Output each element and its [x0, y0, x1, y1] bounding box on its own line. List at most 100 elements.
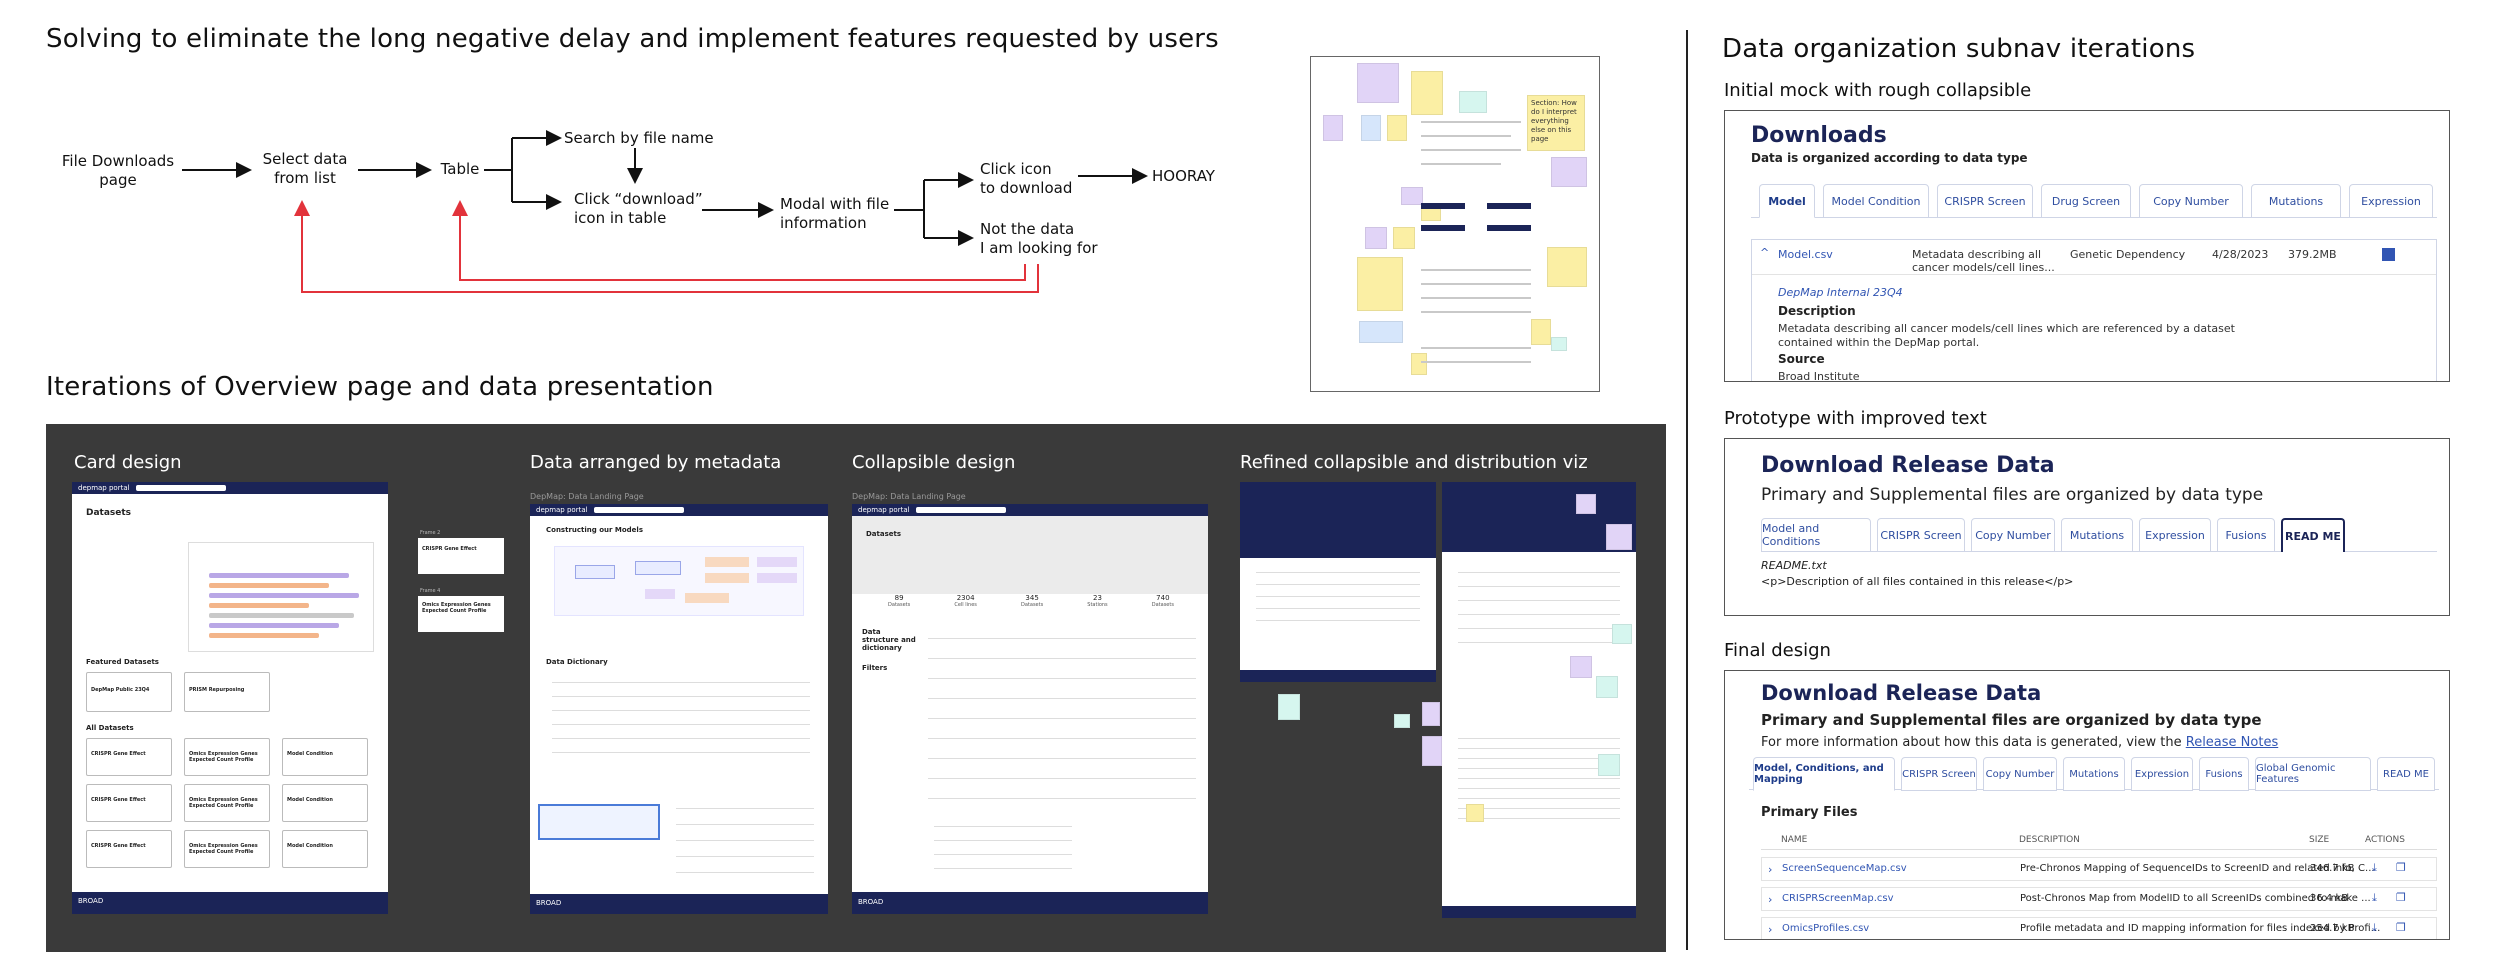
tab-model[interactable]: Model	[1759, 184, 1815, 218]
file-size: 254.7 kB	[2310, 923, 2355, 934]
mock-featured-heading: Featured Datasets	[86, 658, 159, 666]
sticky-note	[1547, 247, 1587, 287]
chevron-right-icon[interactable]: ›	[1768, 863, 1772, 876]
download-icon[interactable]: ⤓	[2372, 921, 2377, 935]
mock3-panel: Download Release Data Primary and Supple…	[1724, 670, 2450, 940]
mock-navbar: depmap portal	[852, 504, 1208, 516]
flow-node-table: Table	[440, 160, 480, 178]
download-icon[interactable]	[2382, 248, 2395, 261]
frame2-card: CRISPR Gene Effect	[418, 538, 504, 574]
source-text: Broad Institute	[1778, 370, 1860, 382]
sticky-note	[1357, 63, 1399, 103]
sticky-note	[1551, 337, 1567, 351]
mock2-title: Download Release Data	[1761, 453, 2055, 478]
tab-mutations[interactable]: Mutations	[2061, 518, 2133, 552]
iterations-panel: Card design Data arranged by metadata Co…	[46, 424, 1666, 952]
mock3-subtitle: Primary and Supplemental files are organ…	[1761, 711, 2262, 729]
sticky-note	[1459, 91, 1487, 113]
sticky-note	[1531, 319, 1551, 345]
copy-icon[interactable]: ❐	[2396, 861, 2406, 874]
flow-node-not-data: Not the data I am looking for	[980, 220, 1098, 257]
flow-node-search: Search by file name	[564, 129, 714, 147]
tab-expression[interactable]: Expression	[2139, 518, 2211, 552]
sticky-note	[1361, 115, 1381, 141]
tab-read-me[interactable]: READ ME	[2377, 757, 2435, 791]
table-row[interactable]: › OmicsProfiles.csv Profile metadata and…	[1761, 917, 2437, 939]
tab-mutations[interactable]: Mutations	[2063, 757, 2125, 791]
tab-model-conditions-mapping[interactable]: Model, Conditions, and Mapping	[1753, 757, 1895, 791]
mock-all-heading: All Datasets	[86, 724, 134, 732]
readme-file: README.txt	[1761, 559, 1827, 572]
file-name-link[interactable]: CRISPRScreenMap.csv	[1782, 893, 1894, 904]
tab-global-genomic-features[interactable]: Global Genomic Features	[2255, 757, 2371, 791]
chevron-right-icon[interactable]: ›	[1768, 923, 1772, 936]
tab-model-condition[interactable]: Model Condition	[1823, 184, 1929, 218]
chevron-up-icon[interactable]: ^	[1760, 246, 1769, 259]
meta-label: DepMap: Data Landing Page	[530, 492, 644, 501]
file-description: Metadata describing all cancer models/ce…	[1912, 248, 2055, 274]
sticky-note	[1401, 187, 1423, 205]
mock2-panel: Download Release Data Primary and Supple…	[1724, 438, 2450, 616]
tab-fusions[interactable]: Fusions	[2217, 518, 2275, 552]
sticky-note	[1393, 227, 1415, 249]
heading-flow: Solving to eliminate the long negative d…	[46, 24, 1219, 54]
chevron-right-icon[interactable]: ›	[1768, 893, 1772, 906]
sticky-note	[1323, 115, 1343, 141]
tab-copy-number[interactable]: Copy Number	[1983, 757, 2057, 791]
tab-crispr-screen[interactable]: CRISPR Screen	[1937, 184, 2033, 218]
collapsible-mock: depmap portal Datasets 89 Datasets 2304 Ce…	[852, 504, 1208, 914]
tab-fusions[interactable]: Fusions	[2199, 757, 2249, 791]
mock1-expanded-row: ^ Model.csv Metadata describing all canc…	[1751, 239, 2437, 382]
file-name-link[interactable]: OmicsProfiles.csv	[1782, 923, 1869, 934]
readme-text: <p>Description of all files contained in…	[1761, 575, 2074, 588]
file-size: 36.4 kB	[2310, 893, 2349, 904]
table-row[interactable]: › CRISPRScreenMap.csv Post-Chronos Map f…	[1761, 887, 2437, 911]
file-name-link[interactable]: ScreenSequenceMap.csv	[1782, 863, 1907, 874]
file-size: 346.7 kB	[2310, 863, 2355, 874]
download-icon[interactable]: ⤓	[2372, 891, 2377, 905]
mock-title: Datasets	[86, 508, 132, 518]
tab-drug-screen[interactable]: Drug Screen	[2041, 184, 2131, 218]
file-size: 379.2MB	[2288, 248, 2337, 261]
description-text: Metadata describing all cancer models/ce…	[1778, 322, 2235, 349]
release-notes-link[interactable]: Release Notes	[2186, 735, 2278, 750]
tab-mutations[interactable]: Mutations	[2251, 184, 2341, 218]
download-icon[interactable]: ⤓	[2372, 861, 2377, 875]
flow-node-modal: Modal with file information	[780, 195, 890, 232]
sticky-note-section: Section: How do I interpret everything e…	[1527, 95, 1585, 151]
heading-subnav: Data organization subnav iterations	[1722, 34, 2196, 64]
primary-files-heading: Primary Files	[1761, 805, 1858, 820]
frame2-label: Frame 2	[420, 530, 441, 536]
tab-expression[interactable]: Expression	[2131, 757, 2193, 791]
mock-navbar: depmap portal	[72, 482, 388, 494]
tab-crispr-screen[interactable]: CRISPR Screen	[1877, 518, 1965, 552]
table-row[interactable]: › ScreenSequenceMap.csv Pre-Chronos Mapp…	[1761, 857, 2437, 881]
frame-title-card: Card design	[74, 452, 182, 473]
col-actions: ACTIONS	[2365, 835, 2405, 845]
tab-model-and-conditions[interactable]: Model and Conditions	[1761, 518, 1871, 552]
tab-copy-number[interactable]: Copy Number	[1971, 518, 2055, 552]
mock1-subtitle: Data is organized according to data type	[1751, 151, 2028, 165]
tab-crispr-screen[interactable]: CRISPR Screen	[1901, 757, 1977, 791]
mock1-panel: Downloads Data is organized according to…	[1724, 110, 2450, 382]
metadata-mock: depmap portal Constructing our Models Da…	[530, 504, 828, 914]
sticky-note	[1411, 71, 1443, 115]
refined-mock-1	[1240, 482, 1436, 682]
tab-expression[interactable]: Expression	[2349, 184, 2433, 218]
mock2-label: Prototype with improved text	[1724, 408, 1987, 429]
file-name-link[interactable]: Model.csv	[1778, 248, 1833, 261]
source-label: Source	[1778, 352, 1825, 366]
copy-icon[interactable]: ❐	[2396, 921, 2406, 934]
copy-icon[interactable]: ❐	[2396, 891, 2406, 904]
release-link[interactable]: DepMap Internal 23Q4	[1778, 286, 1903, 299]
column-divider	[1686, 30, 1688, 950]
flow-node-hooray: HOORAY	[1152, 167, 1215, 185]
tab-copy-number[interactable]: Copy Number	[2139, 184, 2243, 218]
flow-node-click-download: Click “download” icon in table	[574, 190, 703, 227]
mock-navbar: depmap portal	[530, 504, 828, 516]
col-description: DESCRIPTION	[2019, 835, 2080, 845]
tab-read-me[interactable]: READ ME	[2281, 518, 2345, 552]
mock3-title: Download Release Data	[1761, 681, 2042, 705]
col-size: SIZE	[2309, 835, 2330, 845]
mock2-subtitle: Primary and Supplemental files are organ…	[1761, 485, 2264, 505]
